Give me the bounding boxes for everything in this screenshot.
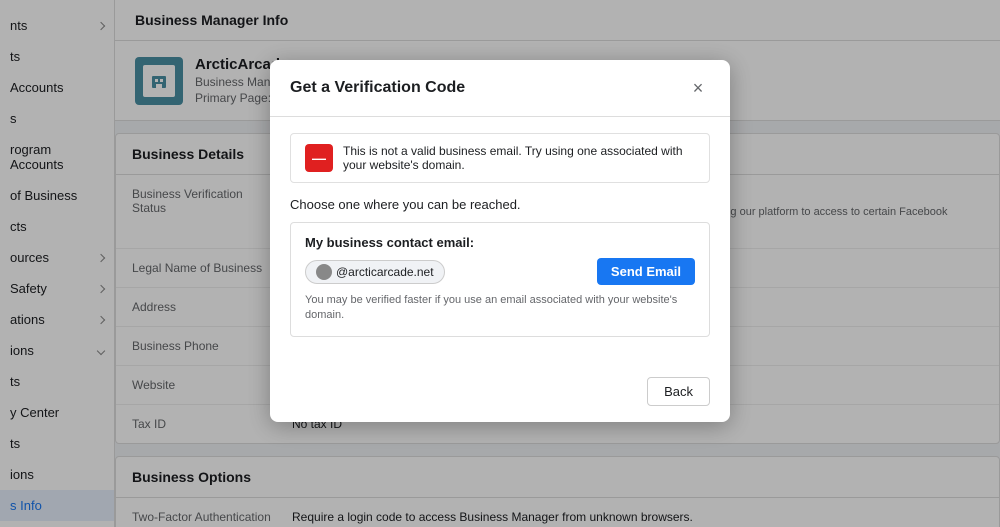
modal-close-button[interactable]: ×	[686, 76, 710, 100]
error-icon: —	[305, 144, 333, 172]
choose-text: Choose one where you can be reached.	[290, 197, 710, 212]
error-message: This is not a valid business email. Try …	[343, 144, 695, 172]
email-address: @arcticarcade.net	[336, 265, 434, 279]
email-box: My business contact email: @arcticarcade…	[290, 222, 710, 337]
back-button[interactable]: Back	[647, 377, 710, 406]
modal: Get a Verification Code × — This is not …	[270, 60, 730, 422]
modal-body: — This is not a valid business email. Tr…	[270, 117, 730, 367]
email-chip: @arcticarcade.net	[305, 260, 445, 284]
page-layout: nts ts Accounts s rogram Accounts of Bus…	[0, 0, 1000, 527]
email-row: @arcticarcade.net Send Email	[305, 258, 695, 285]
modal-title: Get a Verification Code	[290, 79, 465, 97]
modal-header: Get a Verification Code ×	[270, 60, 730, 117]
avatar-small	[316, 264, 332, 280]
email-note: You may be verified faster if you use an…	[305, 293, 695, 324]
error-alert: — This is not a valid business email. Tr…	[290, 133, 710, 183]
modal-overlay: Get a Verification Code × — This is not …	[0, 0, 1000, 527]
modal-footer: Back	[270, 367, 730, 422]
send-email-button[interactable]: Send Email	[597, 258, 695, 285]
email-box-label: My business contact email:	[305, 235, 695, 250]
